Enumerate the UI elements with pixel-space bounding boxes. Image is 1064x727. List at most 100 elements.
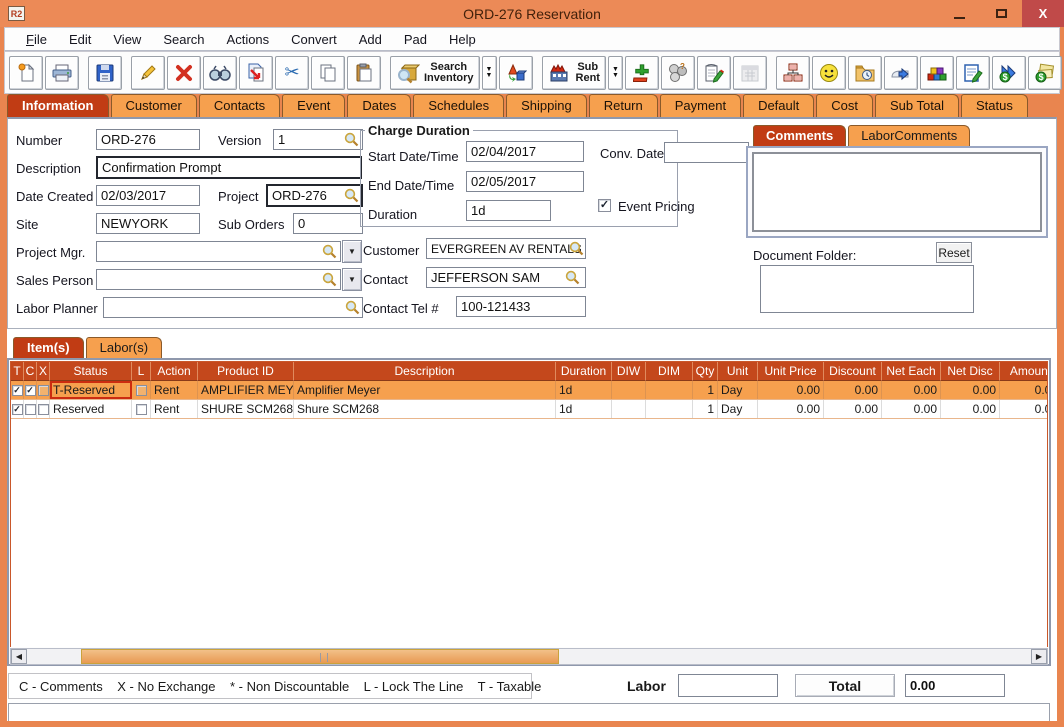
column-header-unit_price[interactable]: Unit Price bbox=[758, 362, 824, 381]
cell-action[interactable]: Rent bbox=[151, 400, 198, 418]
cell-unit_price[interactable]: 0.00 bbox=[758, 381, 824, 399]
tab-default[interactable]: Default bbox=[743, 94, 814, 117]
cell-net_each[interactable]: 0.00 bbox=[882, 381, 941, 399]
menu-view[interactable]: View bbox=[102, 30, 152, 49]
labor-total-field[interactable] bbox=[678, 674, 778, 697]
cell-dim[interactable] bbox=[646, 381, 693, 399]
sales-person-dropdown[interactable]: ▼ bbox=[342, 268, 362, 291]
cell-description[interactable]: Shure SCM268 bbox=[294, 400, 556, 418]
menu-help[interactable]: Help bbox=[438, 30, 487, 49]
t-checkbox[interactable] bbox=[12, 404, 23, 415]
tab-status[interactable]: Status bbox=[961, 94, 1028, 117]
project-search-icon[interactable] bbox=[344, 188, 359, 203]
sub-rent-dropdown[interactable]: ▼▼ bbox=[608, 56, 623, 90]
column-header-action[interactable]: Action bbox=[151, 362, 198, 381]
total-field[interactable] bbox=[905, 674, 1005, 697]
cell-product_id[interactable]: SHURE SCM268 bbox=[198, 400, 294, 418]
menu-add[interactable]: Add bbox=[348, 30, 393, 49]
reset-button[interactable]: Reset bbox=[936, 242, 972, 263]
cell-status[interactable]: T-Reserved bbox=[50, 381, 132, 399]
cell-unit[interactable]: Day bbox=[718, 400, 758, 418]
tab-items[interactable]: Item(s) bbox=[13, 337, 84, 358]
send-key-button[interactable] bbox=[884, 56, 918, 90]
t-checkbox[interactable] bbox=[12, 385, 23, 396]
sub-orders-field[interactable] bbox=[293, 213, 363, 234]
menu-actions[interactable]: Actions bbox=[216, 30, 281, 49]
cell-unit_price[interactable]: 0.00 bbox=[758, 400, 824, 418]
customer-field[interactable] bbox=[426, 238, 586, 259]
menu-pad[interactable]: Pad bbox=[393, 30, 438, 49]
duration-field[interactable] bbox=[466, 200, 551, 221]
minimize-button[interactable] bbox=[938, 0, 980, 27]
contact-tel-field[interactable] bbox=[456, 296, 586, 317]
cell-qty[interactable]: 1 bbox=[693, 400, 718, 418]
column-header-discount[interactable]: Discount bbox=[824, 362, 882, 381]
column-header-diw[interactable]: DIW bbox=[612, 362, 646, 381]
tab-sub-total[interactable]: Sub Total bbox=[875, 94, 959, 117]
table-row[interactable]: ReservedRentSHURE SCM268Shure SCM2681d1D… bbox=[11, 400, 1047, 419]
search-inventory-button[interactable]: Search Inventory bbox=[390, 56, 480, 90]
l-checkbox[interactable] bbox=[136, 404, 147, 415]
l-checkbox[interactable] bbox=[136, 385, 147, 396]
conv-date-field[interactable] bbox=[664, 142, 749, 163]
sales-person-search-icon[interactable] bbox=[322, 272, 337, 287]
delete-button[interactable] bbox=[167, 56, 201, 90]
cell-qty[interactable]: 1 bbox=[693, 381, 718, 399]
cell-amount[interactable]: 0.00 bbox=[1000, 400, 1048, 418]
cell-discount[interactable]: 0.00 bbox=[824, 381, 882, 399]
column-header-dim[interactable]: DIM bbox=[646, 362, 693, 381]
tab-customer[interactable]: Customer bbox=[111, 94, 197, 117]
new-document-button[interactable] bbox=[9, 56, 43, 90]
cell-amount[interactable]: 0.00 bbox=[1000, 381, 1048, 399]
total-button[interactable]: Total bbox=[795, 674, 895, 697]
cell-discount[interactable]: 0.00 bbox=[824, 400, 882, 418]
project-mgr-dropdown[interactable]: ▼ bbox=[342, 240, 362, 263]
form-edit-button[interactable] bbox=[956, 56, 990, 90]
cell-product_id[interactable]: AMPLIFIER MEY... bbox=[198, 381, 294, 399]
cell-unit[interactable]: Day bbox=[718, 381, 758, 399]
cell-description[interactable]: Amplifier Meyer bbox=[294, 381, 556, 399]
c-checkbox[interactable] bbox=[25, 404, 36, 415]
maximize-button[interactable] bbox=[980, 0, 1022, 27]
x-checkbox[interactable] bbox=[38, 404, 49, 415]
start-date-field[interactable] bbox=[466, 141, 584, 162]
tab-comments[interactable]: Comments bbox=[753, 125, 846, 146]
column-header-t[interactable]: T bbox=[11, 362, 24, 381]
scroll-right-arrow[interactable]: ▶ bbox=[1031, 649, 1047, 664]
history-folder-button[interactable] bbox=[848, 56, 882, 90]
notes-button[interactable] bbox=[697, 56, 731, 90]
scrollbar-thumb[interactable] bbox=[81, 649, 559, 664]
tab-information[interactable]: Information bbox=[7, 94, 109, 117]
table-row[interactable]: T-ReservedRentAMPLIFIER MEY...Amplifier … bbox=[11, 381, 1047, 400]
cell-duration[interactable]: 1d bbox=[556, 400, 612, 418]
tab-payment[interactable]: Payment bbox=[660, 94, 741, 117]
column-header-unit[interactable]: Unit bbox=[718, 362, 758, 381]
customer-search-icon[interactable] bbox=[569, 241, 584, 256]
column-header-amount[interactable]: Amount bbox=[1000, 362, 1048, 381]
column-header-duration[interactable]: Duration bbox=[556, 362, 612, 381]
tab-event[interactable]: Event bbox=[282, 94, 345, 117]
cell-net_disc[interactable]: 0.00 bbox=[941, 381, 1000, 399]
save-button[interactable] bbox=[88, 56, 122, 90]
tab-return[interactable]: Return bbox=[589, 94, 658, 117]
labor-planner-field[interactable] bbox=[103, 297, 363, 318]
menu-edit[interactable]: Edit bbox=[58, 30, 102, 49]
cell-diw[interactable] bbox=[612, 400, 646, 418]
tab-contacts[interactable]: Contacts bbox=[199, 94, 280, 117]
print-button[interactable] bbox=[45, 56, 79, 90]
cell-duration[interactable]: 1d bbox=[556, 381, 612, 399]
description-field[interactable] bbox=[96, 156, 362, 179]
site-field[interactable] bbox=[96, 213, 200, 234]
transfer-button[interactable] bbox=[239, 56, 273, 90]
close-button[interactable]: X bbox=[1022, 0, 1064, 27]
column-header-status[interactable]: Status bbox=[50, 362, 132, 381]
paste-button[interactable] bbox=[347, 56, 381, 90]
end-date-field[interactable] bbox=[466, 171, 584, 192]
scroll-left-arrow[interactable]: ◀ bbox=[11, 649, 27, 664]
cut-button[interactable]: ✂ bbox=[275, 56, 309, 90]
tab-shipping[interactable]: Shipping bbox=[506, 94, 587, 117]
column-header-c[interactable]: C bbox=[24, 362, 37, 381]
copy-button[interactable] bbox=[311, 56, 345, 90]
org-chart-button[interactable] bbox=[776, 56, 810, 90]
menu-convert[interactable]: Convert bbox=[280, 30, 348, 49]
